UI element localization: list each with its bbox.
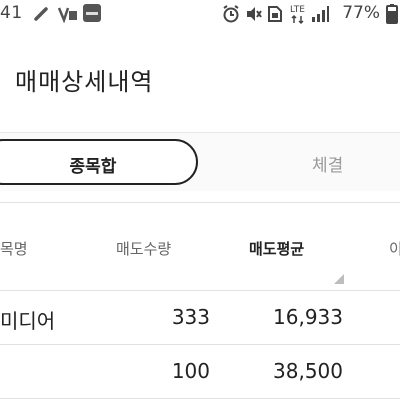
sort-indicator-icon: [334, 274, 344, 284]
sim-icon: [267, 5, 283, 27]
page-header: 매매상세내역: [0, 30, 400, 130]
table-row[interactable]: 미디어 333 16,933: [0, 292, 400, 344]
divider: [0, 290, 400, 291]
column-header-next[interactable]: 이: [389, 238, 400, 259]
phone-link-icon: [32, 5, 50, 27]
table-header: 목명 매도수량 매도평균 이: [0, 212, 400, 290]
column-header-sell-qty[interactable]: 매도수량: [116, 238, 171, 259]
row-sell-qty: 100: [171, 359, 210, 383]
view-toggle: 종목합 체결: [0, 132, 400, 191]
row-stock-name: 미디어: [0, 309, 56, 333]
lte-label: LTE: [290, 5, 305, 15]
divider: [0, 202, 400, 203]
status-bar: 41 LTE 77%: [0, 0, 400, 30]
tab-summary-label: 종목합: [69, 157, 117, 177]
battery-icon: [386, 4, 398, 28]
row-sell-avg: 38,500: [273, 359, 343, 383]
nfc-pay-icon: [57, 5, 79, 27]
row-sell-avg: 16,933: [273, 305, 343, 329]
column-header-name[interactable]: 목명: [0, 238, 28, 259]
status-time: 41: [0, 3, 23, 23]
divider: [0, 398, 400, 399]
tab-executions[interactable]: 체결: [312, 151, 343, 176]
page-title: 매매상세내역: [15, 68, 154, 96]
tab-summary[interactable]: 종목합: [0, 139, 198, 185]
column-header-sell-avg[interactable]: 매도평균: [249, 238, 304, 259]
app-notification-icon: [83, 4, 101, 26]
battery-percent: 77%: [342, 3, 380, 23]
lte-icon: LTE: [289, 3, 307, 29]
divider: [0, 344, 400, 345]
signal-icon: [311, 5, 329, 27]
row-sell-qty: 333: [171, 305, 210, 329]
alarm-icon: [222, 5, 240, 27]
mute-icon: [244, 5, 262, 27]
table-row[interactable]: 100 38,500: [0, 346, 400, 398]
